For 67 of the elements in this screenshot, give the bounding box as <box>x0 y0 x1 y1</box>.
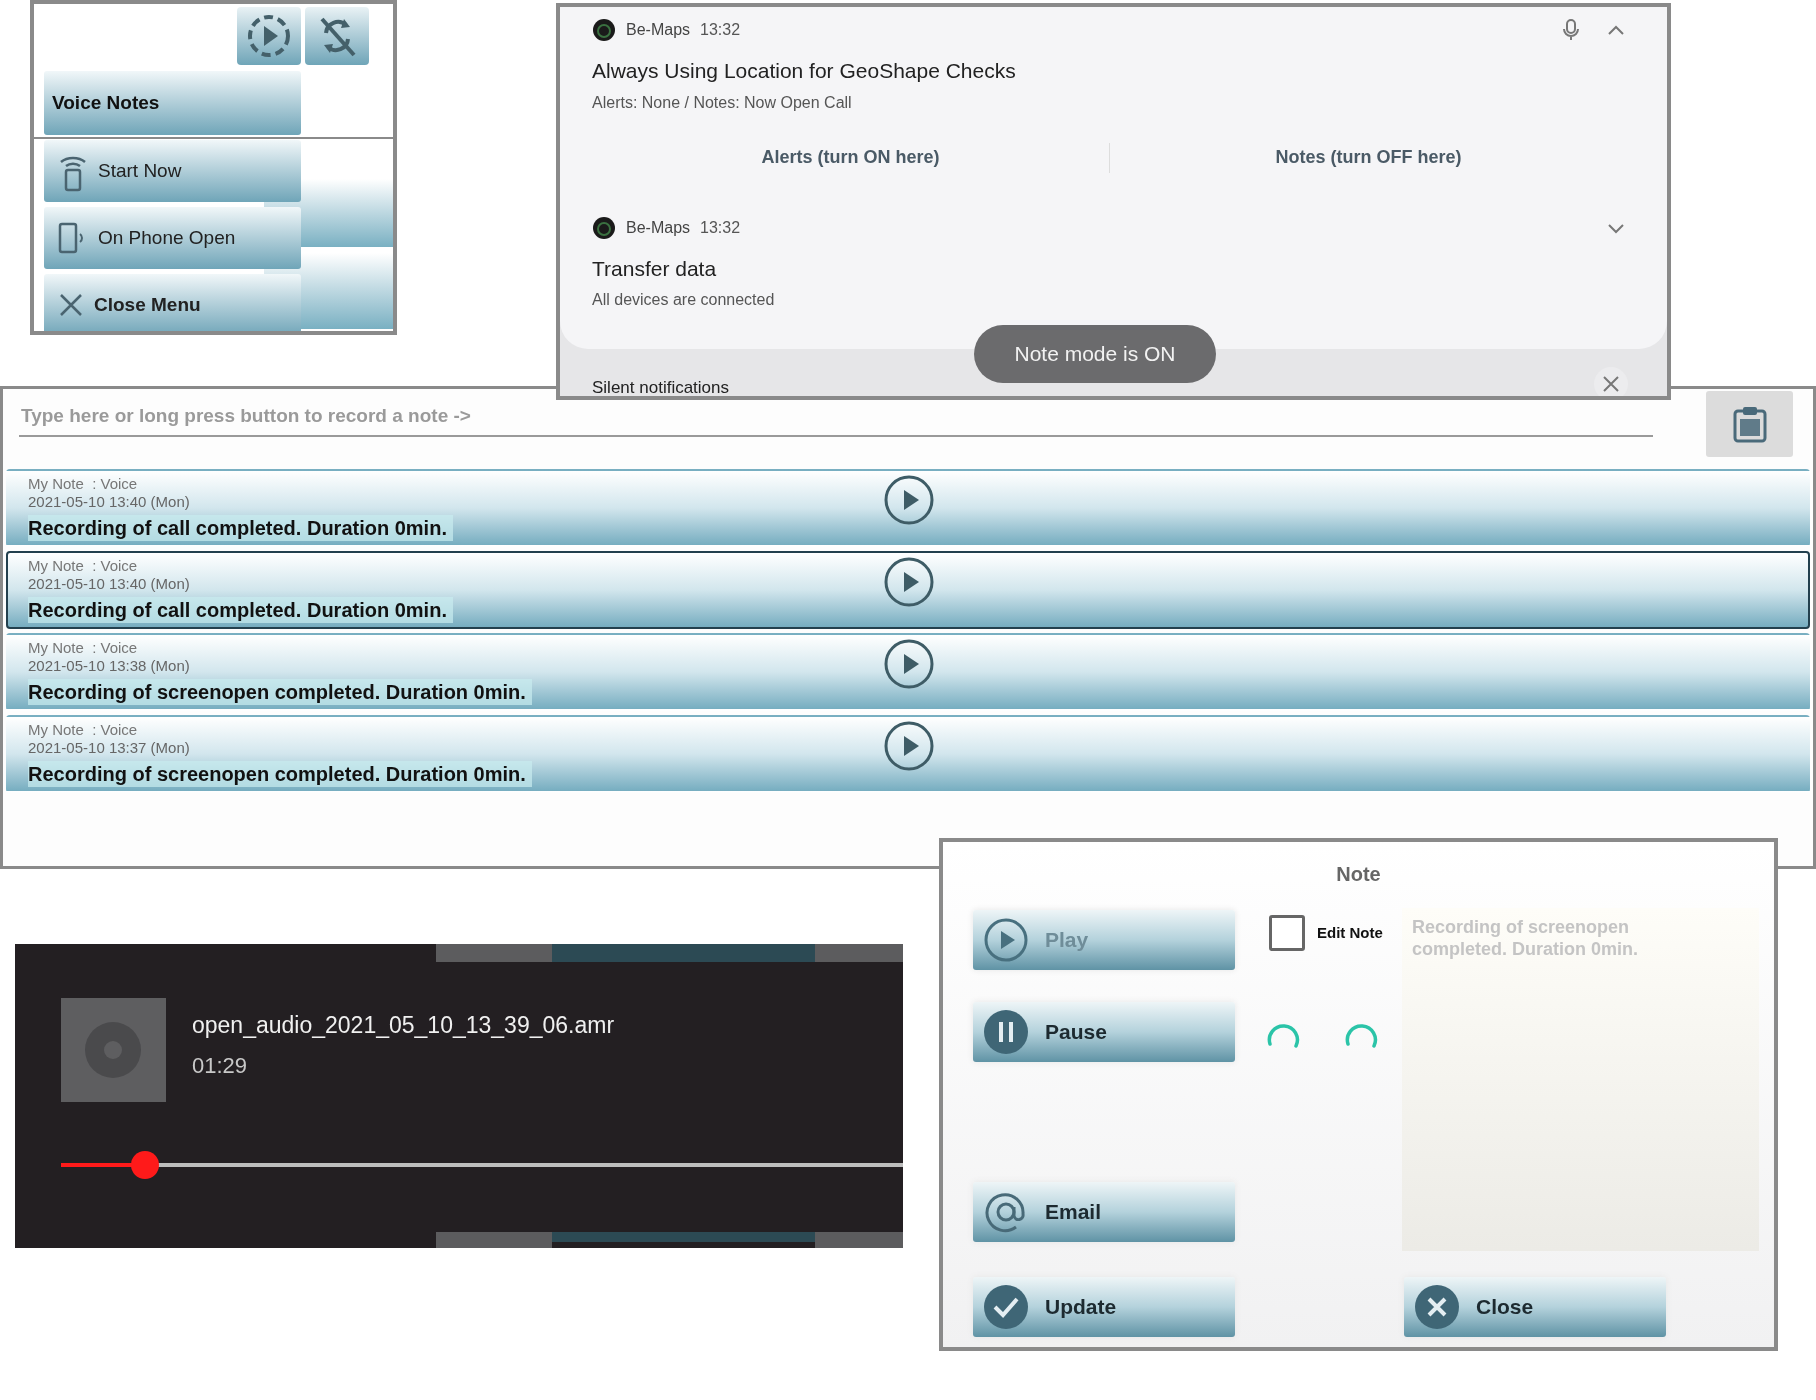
dialog-title: Note <box>1335 862 1382 887</box>
chevron-up-icon <box>1607 24 1625 36</box>
notification-action-link[interactable]: Notes (turn OFF here) <box>1275 144 1462 171</box>
sync-off-button[interactable] <box>305 7 369 65</box>
toast-message: Note mode is ON <box>974 325 1216 383</box>
play-button[interactable] <box>882 555 936 609</box>
play-icon <box>983 917 1029 963</box>
clear-button[interactable] <box>1594 367 1628 396</box>
notification-action-link[interactable]: Alerts (turn ON here) <box>761 144 940 171</box>
close-icon <box>1414 1284 1460 1330</box>
note-row[interactable]: My Note : Voice 2021-05-10 13:37 (Mon) Recording of screenopen completed. Duration 0min. <box>6 715 1810 793</box>
note-type-label: My Note : Voice <box>28 557 138 575</box>
pause-button[interactable]: Pause <box>973 1002 1235 1062</box>
notification-title: Always Using Location for GeoShape Checks <box>592 58 1016 84</box>
note-text: Recording of call completed. Duration 0min. <box>28 515 453 541</box>
app-icon <box>592 18 616 42</box>
section-label: Silent notifications <box>592 377 730 396</box>
note-date: 2021-05-10 13:37 (Mon) <box>28 739 190 757</box>
chevron-down-icon <box>1607 221 1625 234</box>
update-button[interactable]: Update <box>973 1277 1235 1337</box>
note-date: 2021-05-10 13:38 (Mon) <box>28 657 190 675</box>
seek-thumb[interactable] <box>131 1151 160 1179</box>
play-icon <box>884 475 934 525</box>
note-text: Recording of call completed. Duration 0min. <box>28 597 453 623</box>
menu-item[interactable]: On Phone Open <box>44 207 301 269</box>
menu-title: Voice Notes <box>44 71 301 135</box>
checkmark-icon <box>983 1284 1029 1330</box>
notification-text: All devices are connected <box>592 290 775 310</box>
play-button[interactable] <box>882 473 936 527</box>
menu-item[interactable]: Close Menu <box>44 274 301 331</box>
note-row[interactable]: My Note : Voice 2021-05-10 13:40 (Mon) Recording of call completed. Duration 0min. <box>6 469 1810 547</box>
note-row[interactable]: My Note : Voice 2021-05-10 13:40 (Mon) Recording of call completed. Duration 0min. <box>6 551 1810 629</box>
notification-title: Transfer data <box>592 255 717 282</box>
notification-time: 13:32 <box>700 217 741 238</box>
notification-text: Alerts: None / Notes: Now Open Call <box>592 92 852 113</box>
notification-time: 13:32 <box>700 20 741 40</box>
close-button[interactable]: Close <box>1404 1277 1666 1337</box>
pause-icon <box>983 1009 1029 1055</box>
note-type-label: My Note : Voice <box>28 721 138 739</box>
autoplay-button[interactable] <box>237 7 301 65</box>
file-name: open_audio_2021_05_10_13_39_06.amr <box>192 1011 615 1040</box>
duration-text: 01:29 <box>192 1051 249 1080</box>
play-button[interactable] <box>882 637 936 691</box>
play-icon <box>884 721 934 771</box>
album-art-icon <box>61 998 166 1102</box>
app-icon <box>592 215 616 240</box>
close-icon <box>58 292 84 318</box>
play-icon <box>884 557 934 607</box>
app-name: Be-Maps <box>626 217 691 238</box>
microphone-icon <box>1561 19 1581 41</box>
clipboard-button[interactable] <box>1706 391 1793 457</box>
note-date: 2021-05-10 13:40 (Mon) <box>28 575 190 593</box>
note-type-label: My Note : Voice <box>28 639 138 657</box>
email-button[interactable]: Email <box>973 1182 1235 1242</box>
app-name: Be-Maps <box>626 20 691 40</box>
play-button[interactable] <box>882 719 936 773</box>
edit-note-checkbox[interactable] <box>1269 915 1305 951</box>
note-text: Recording of screenopen completed. Duration 0min. <box>28 679 532 705</box>
note-date: 2021-05-10 13:40 (Mon) <box>28 493 190 511</box>
menu-item[interactable]: Start Now <box>44 140 301 202</box>
play-icon <box>246 13 292 59</box>
checkbox-label: Edit Note <box>1317 922 1383 943</box>
play-icon <box>884 639 934 689</box>
note-row[interactable]: My Note : Voice 2021-05-10 13:38 (Mon) Recording of screenopen completed. Duration 0min. <box>6 633 1810 711</box>
note-type-label: My Note : Voice <box>28 475 138 493</box>
close-icon <box>1602 375 1620 393</box>
note-text: Recording of screenopen completed. Duration 0min. <box>28 761 532 787</box>
